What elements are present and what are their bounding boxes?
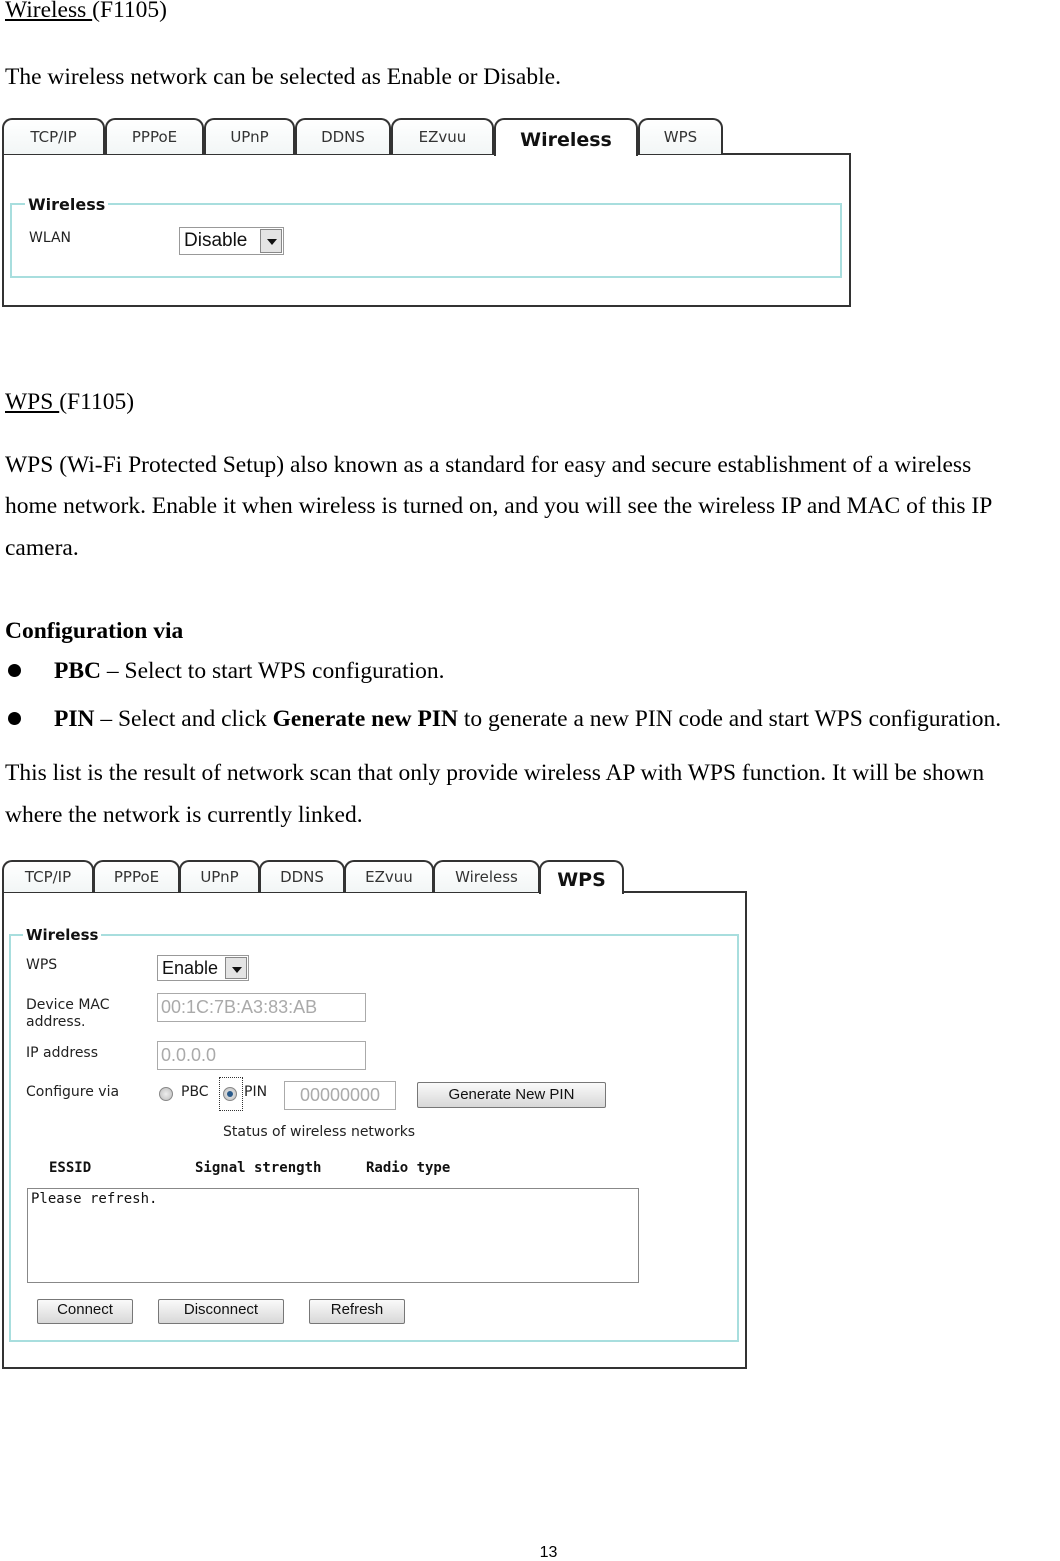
wps-paragraph-line: home network. Enable it when wireless is… xyxy=(5,493,993,519)
mac-label: Device MAC address. xyxy=(26,997,110,1031)
wps-paragraph-line: WPS (Wi-Fi Protected Setup) also known a… xyxy=(5,452,972,478)
tab-upnp[interactable]: UPnP xyxy=(179,860,260,892)
heading-model: (F1105) xyxy=(59,389,135,415)
mac-address-field[interactable]: 00:1C:7B:A3:83:AB xyxy=(157,993,366,1022)
tab-ddns[interactable]: DDNS xyxy=(259,860,345,892)
heading-text: WPS xyxy=(5,389,60,415)
pbc-label: PBC xyxy=(181,1084,209,1100)
column-signal-strength: Signal strength xyxy=(195,1160,322,1176)
bullet-term: PBC xyxy=(54,658,101,684)
pbc-radio[interactable] xyxy=(159,1087,173,1101)
pin-label: PIN xyxy=(244,1084,268,1100)
tab-pppoe[interactable]: PPPoE xyxy=(105,118,204,154)
configure-via-label: Configure via xyxy=(26,1084,120,1100)
tab-ddns[interactable]: DDNS xyxy=(295,118,391,154)
wlan-select-value: Disable xyxy=(184,230,248,251)
config-heading: Configuration via xyxy=(5,618,184,644)
wlan-select[interactable]: Disable xyxy=(179,227,284,255)
tab-wps[interactable]: WPS xyxy=(539,860,624,894)
tab-wireless[interactable]: Wireless xyxy=(494,118,638,156)
wireless-fieldset xyxy=(10,203,842,278)
tab-wps[interactable]: WPS xyxy=(638,118,723,154)
generate-new-pin-button[interactable]: Generate New PIN xyxy=(417,1082,606,1108)
bullet-text: – Select and click xyxy=(94,706,273,732)
bullet-icon xyxy=(8,664,21,677)
connect-button[interactable]: Connect xyxy=(37,1299,133,1324)
ip-address-field[interactable]: 0.0.0.0 xyxy=(157,1041,366,1070)
pin-field[interactable]: 00000000 xyxy=(284,1081,396,1110)
bullet-term: PIN xyxy=(54,706,95,732)
refresh-button[interactable]: Refresh xyxy=(309,1299,405,1324)
bullet-bold: Generate new PIN xyxy=(272,706,458,732)
section-heading-wps: WPS (F1105) xyxy=(5,388,134,416)
mac-label-line: address. xyxy=(26,1014,86,1030)
bullet-text: – Select to start WPS configuration. xyxy=(101,658,445,684)
wps-select-value: Enable xyxy=(162,958,219,978)
wireless-description: The wireless network can be selected as … xyxy=(5,64,561,90)
bullet-pin: PIN – Select and click Generate new PIN … xyxy=(54,705,1001,733)
wlan-label: WLAN xyxy=(29,230,72,246)
page-number: 13 xyxy=(539,1544,558,1561)
network-list[interactable]: Please refresh. xyxy=(27,1188,639,1283)
column-radio-type: Radio type xyxy=(366,1160,451,1176)
chevron-down-icon xyxy=(260,229,282,253)
tab-wireless[interactable]: Wireless xyxy=(433,860,540,892)
list-paragraph-line: This list is the result of network scan … xyxy=(5,760,985,786)
tab-tcpip[interactable]: TCP/IP xyxy=(2,118,105,154)
status-title: Status of wireless networks xyxy=(223,1124,416,1140)
network-list-text: Please refresh. xyxy=(31,1191,158,1207)
bullet-icon xyxy=(8,712,21,725)
bullet-text: to generate a new PIN code and start WPS… xyxy=(457,706,1002,732)
fieldset-legend: Wireless xyxy=(23,926,102,944)
document-page: Wireless (F1105) The wireless network ca… xyxy=(0,0,1060,1561)
tab-tcpip[interactable]: TCP/IP xyxy=(2,860,94,892)
bullet-pbc: PBC – Select to start WPS configuration. xyxy=(54,657,445,685)
pin-radio[interactable] xyxy=(223,1087,237,1101)
list-paragraph-line: where the network is currently linked. xyxy=(5,802,363,828)
chevron-down-icon xyxy=(225,957,247,979)
tab-ezvuu[interactable]: EZvuu xyxy=(391,118,494,154)
tab-pppoe[interactable]: PPPoE xyxy=(93,860,180,892)
heading-text: Wireless xyxy=(5,0,93,23)
ip-label: IP address xyxy=(26,1045,99,1061)
column-essid: ESSID xyxy=(49,1160,92,1176)
disconnect-button[interactable]: Disconnect xyxy=(158,1299,284,1324)
heading-model: (F1105) xyxy=(92,0,168,23)
wps-select[interactable]: Enable xyxy=(157,955,249,981)
tab-ezvuu[interactable]: EZvuu xyxy=(344,860,434,892)
wps-label: WPS xyxy=(26,957,58,973)
fieldset-legend: Wireless xyxy=(25,195,109,214)
tab-upnp[interactable]: UPnP xyxy=(204,118,295,154)
wps-paragraph-line: camera. xyxy=(5,535,79,561)
mac-label-line: Device MAC xyxy=(26,997,110,1013)
section-heading-wireless: Wireless (F1105) xyxy=(5,0,167,24)
